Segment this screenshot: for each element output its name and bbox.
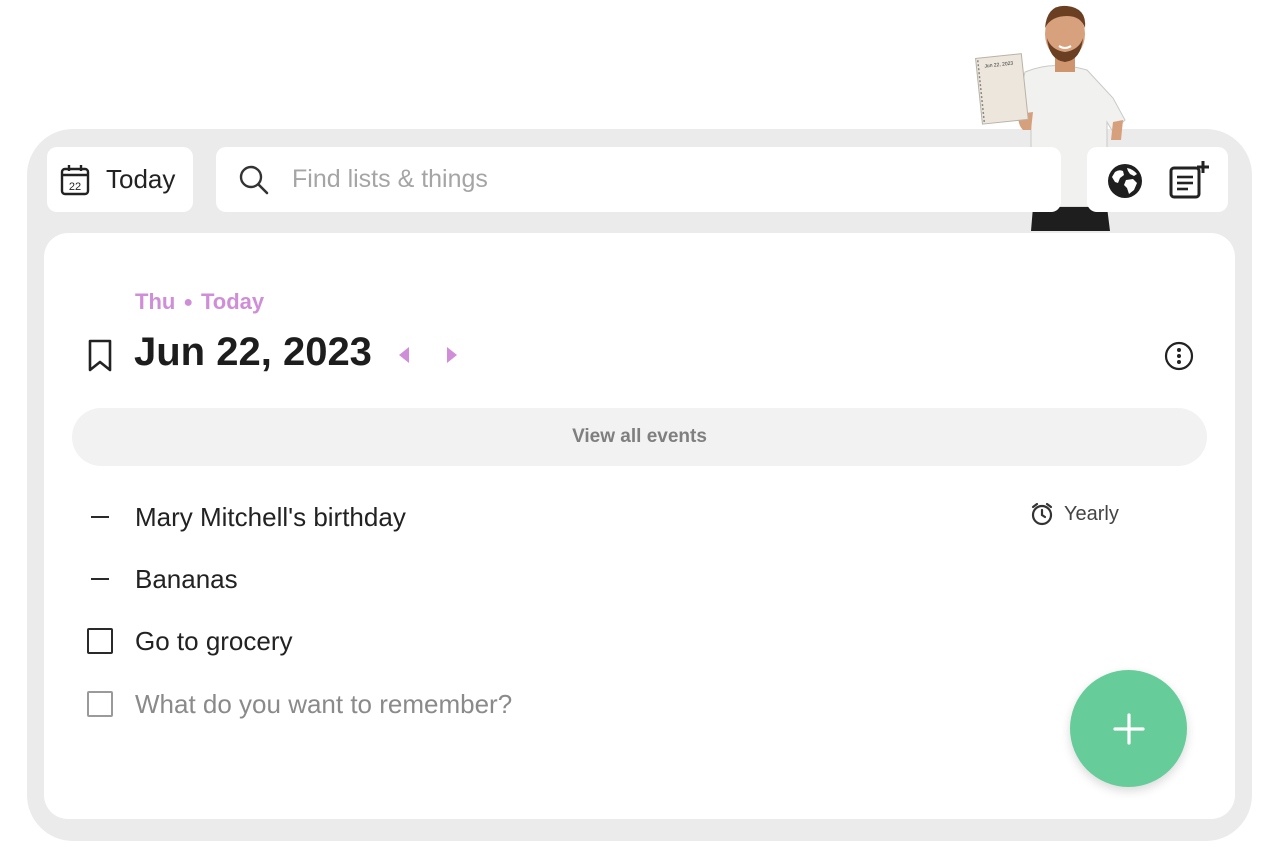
- item-text: Bananas: [135, 563, 238, 594]
- view-all-events-button[interactable]: View all events: [72, 408, 1207, 466]
- list-item[interactable]: Mary Mitchell's birthday: [86, 497, 406, 537]
- list-item[interactable]: Go to grocery: [86, 621, 293, 661]
- repeat-label: Yearly: [1064, 502, 1119, 525]
- new-item-checkbox[interactable]: [87, 691, 113, 717]
- separator-dot: ●: [183, 294, 193, 311]
- new-item-input[interactable]: What do you want to remember?: [135, 689, 512, 720]
- task-checkbox[interactable]: [87, 628, 113, 654]
- list-item[interactable]: Bananas: [86, 559, 238, 599]
- weekday-label: Thu: [135, 289, 176, 314]
- today-button[interactable]: 22 Today: [47, 147, 193, 212]
- alarm-icon: [1031, 502, 1053, 526]
- add-button[interactable]: [1070, 670, 1187, 787]
- search-bar[interactable]: [216, 147, 1061, 212]
- globe-icon[interactable]: [1107, 163, 1143, 199]
- relative-day-label: Today: [201, 289, 265, 314]
- date-title: Jun 22, 2023: [134, 330, 372, 374]
- note-dash: [86, 578, 114, 580]
- new-note-icon[interactable]: [1168, 160, 1210, 200]
- more-icon[interactable]: [1164, 341, 1194, 371]
- search-icon: [239, 165, 269, 194]
- arrow-right-icon[interactable]: [443, 345, 461, 365]
- repeat-badge: Yearly: [1030, 502, 1119, 526]
- new-item-row[interactable]: What do you want to remember?: [86, 684, 512, 724]
- arrow-left-icon[interactable]: [395, 345, 413, 365]
- plus-icon: [1112, 712, 1145, 745]
- calendar-icon: 22: [60, 164, 90, 195]
- search-input[interactable]: [290, 164, 994, 195]
- item-text: Go to grocery: [135, 625, 293, 656]
- bookmark-icon[interactable]: [86, 339, 114, 373]
- item-text: Mary Mitchell's birthday: [135, 501, 406, 532]
- calendar-day-number: 22: [69, 181, 81, 193]
- day-subtitle: Thu ● Today: [135, 289, 264, 315]
- event-dash: [86, 516, 114, 518]
- today-label: Today: [106, 164, 176, 194]
